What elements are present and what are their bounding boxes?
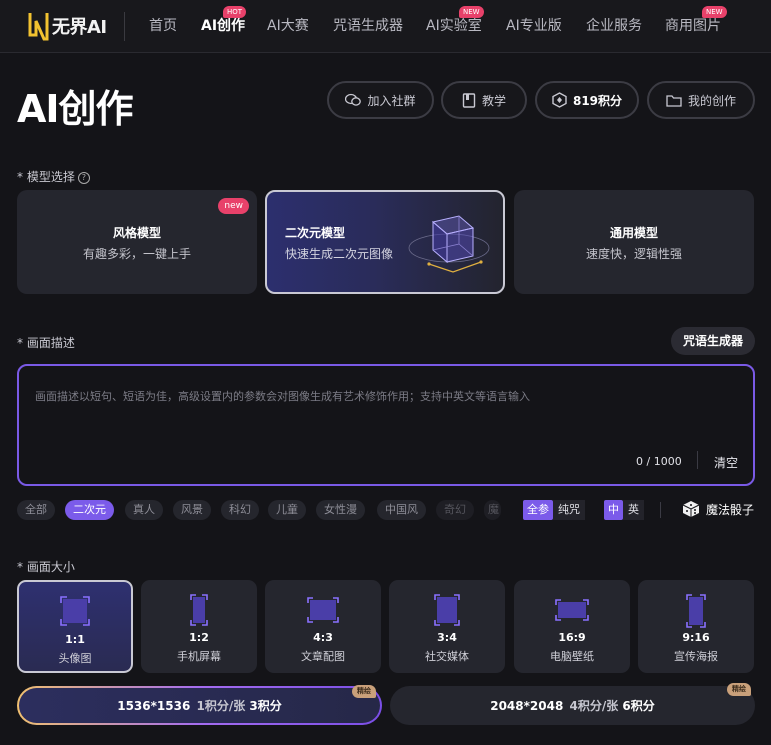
language-toggle[interactable]: 中 英 (604, 500, 644, 520)
resolution-cost-hi: 6积分 (622, 699, 655, 713)
prompt-textarea[interactable]: 画面描述以短句、短语为佳，高级设置内的参数会对图像生成有艺术修饰作用；支持中英文… (17, 364, 755, 486)
aspect-1-1-icon (60, 596, 90, 626)
resolution-option-1536[interactable]: 精绘 1536*1536 1积分/张 3积分 (17, 685, 382, 725)
mode-pure-spell[interactable]: 纯咒 (553, 500, 585, 520)
size-card-4-3[interactable]: 4:3 文章配图 (265, 580, 381, 673)
folder-icon (666, 94, 682, 107)
aspect-9-16-icon (686, 594, 706, 628)
lang-chinese[interactable]: 中 (604, 500, 623, 520)
model-card-general[interactable]: 通用模型 速度快，逻辑性强 (514, 190, 754, 294)
use-label: 手机屏幕 (177, 650, 221, 663)
aspect-16-9-icon (555, 599, 589, 621)
cube-illustration-icon (408, 215, 490, 273)
nav-item-ai-create[interactable]: AI创作 HOT (201, 0, 247, 52)
size-card-1-1[interactable]: 1:1 头像图 (17, 580, 133, 673)
new-badge: NEW (459, 6, 484, 18)
use-label: 社交媒体 (425, 650, 469, 663)
model-card-style[interactable]: new 风格模型 有趣多彩，一键上手 (17, 190, 257, 294)
tag-children[interactable]: 儿童 (268, 500, 306, 520)
prompt-placeholder: 画面描述以短句、短语为佳，高级设置内的参数会对图像生成有艺术修饰作用；支持中英文… (35, 390, 530, 403)
tag-landscape[interactable]: 风景 (173, 500, 211, 520)
lang-english[interactable]: 英 (623, 500, 644, 520)
join-community-button[interactable]: 加入社群 (327, 81, 434, 119)
char-count: 0 / 1000 (636, 455, 682, 468)
nav-item-enterprise[interactable]: 企业服务 (586, 0, 642, 52)
ratio-label: 4:3 (313, 631, 333, 644)
model-section-label: * 模型选择? (17, 168, 90, 185)
model-title: 风格模型 (112, 226, 161, 240)
my-works-button[interactable]: 我的创作 (647, 81, 755, 119)
book-icon (462, 92, 476, 108)
divider (697, 451, 698, 469)
nav-item-spell-generator[interactable]: 咒语生成器 (333, 0, 403, 52)
page-title: AI创作 (17, 87, 134, 131)
resolution-size: 1536*1536 (117, 698, 191, 713)
ratio-label: 16:9 (558, 631, 586, 644)
divider (660, 502, 661, 518)
tag-female-comic[interactable]: 女性漫 (316, 500, 365, 520)
logo-icon (28, 13, 49, 41)
tag-all[interactable]: 全部 (17, 500, 55, 520)
model-desc: 速度快，逻辑性强 (585, 247, 682, 261)
clear-button[interactable]: 清空 (714, 454, 738, 471)
use-label: 宣传海报 (674, 650, 718, 663)
use-label: 文章配图 (301, 650, 345, 663)
tag-magic[interactable]: 魔 (484, 500, 501, 520)
help-icon[interactable]: ? (77, 171, 90, 184)
size-card-9-16[interactable]: 9:16 宣传海报 (638, 580, 754, 673)
ratio-label: 9:16 (682, 631, 710, 644)
use-label: 头像图 (58, 652, 92, 665)
size-card-3-4[interactable]: 3:4 社交媒体 (389, 580, 505, 673)
nav-item-ai-pro[interactable]: AI专业版 (506, 0, 562, 52)
chat-bubbles-icon (345, 93, 362, 106)
magic-dice-button[interactable]: 魔法骰子 (682, 500, 754, 518)
aspect-1-2-icon (190, 594, 208, 626)
mode-toggle[interactable]: 全参 纯咒 (523, 500, 585, 520)
spell-generator-button[interactable]: 咒语生成器 (671, 327, 755, 355)
size-card-1-2[interactable]: 1:2 手机屏幕 (141, 580, 257, 673)
ratio-label: 1:1 (65, 633, 85, 646)
size-card-16-9[interactable]: 16:9 电脑壁纸 (514, 580, 630, 673)
fine-draw-badge: 精绘 (352, 685, 376, 698)
points-hexagon-icon (552, 92, 567, 108)
dice-icon (682, 501, 700, 517)
resolution-cost: 1积分/张 (196, 699, 246, 713)
ratio-label: 3:4 (437, 631, 457, 644)
points-button[interactable]: 819积分 (535, 81, 639, 119)
top-nav: 无界AI 首页 AI创作 HOT AI大赛 咒语生成器 AI实验室 NEW AI… (0, 0, 771, 53)
nav-divider (124, 12, 125, 41)
model-card-anime[interactable]: 二次元模型 快速生成二次元图像 (265, 190, 505, 294)
model-desc: 有趣多彩，一键上手 (82, 247, 191, 261)
mode-full-params[interactable]: 全参 (523, 500, 553, 520)
new-badge: NEW (702, 6, 727, 18)
model-title: 通用模型 (609, 226, 658, 240)
nav-item-ai-lab[interactable]: AI实验室 NEW (426, 0, 484, 52)
logo[interactable]: 无界AI (26, 9, 107, 43)
tag-anime[interactable]: 二次元 (65, 500, 114, 520)
resolution-cost-hi: 3积分 (249, 699, 282, 713)
resolution-cost: 4积分/张 (569, 699, 619, 713)
nav-item-home[interactable]: 首页 (149, 0, 177, 52)
tutorial-button[interactable]: 教学 (441, 81, 527, 119)
nav-item-commercial-images[interactable]: 商用图片 NEW (665, 0, 727, 52)
resolution-option-2048[interactable]: 精绘 2048*2048 4积分/张 6积分 (390, 683, 755, 725)
tag-scifi[interactable]: 科幻 (221, 500, 259, 520)
nav-item-ai-contest[interactable]: AI大赛 (267, 0, 309, 52)
new-badge: new (218, 198, 249, 214)
size-section-label: * 画面大小 (17, 560, 75, 574)
use-label: 电脑壁纸 (550, 650, 594, 663)
tag-real[interactable]: 真人 (125, 500, 163, 520)
resolution-size: 2048*2048 (490, 698, 564, 713)
aspect-3-4-icon (434, 594, 460, 626)
prompt-section-label: * 画面描述 (17, 336, 75, 350)
logo-text: 无界AI (52, 17, 107, 38)
ratio-label: 1:2 (189, 631, 209, 644)
fine-draw-badge: 精绘 (727, 683, 751, 696)
tag-fantasy[interactable]: 奇幻 (436, 500, 474, 520)
hot-badge: HOT (223, 6, 247, 18)
aspect-4-3-icon (307, 597, 339, 623)
tag-chinese-style[interactable]: 中国风 (377, 500, 426, 520)
